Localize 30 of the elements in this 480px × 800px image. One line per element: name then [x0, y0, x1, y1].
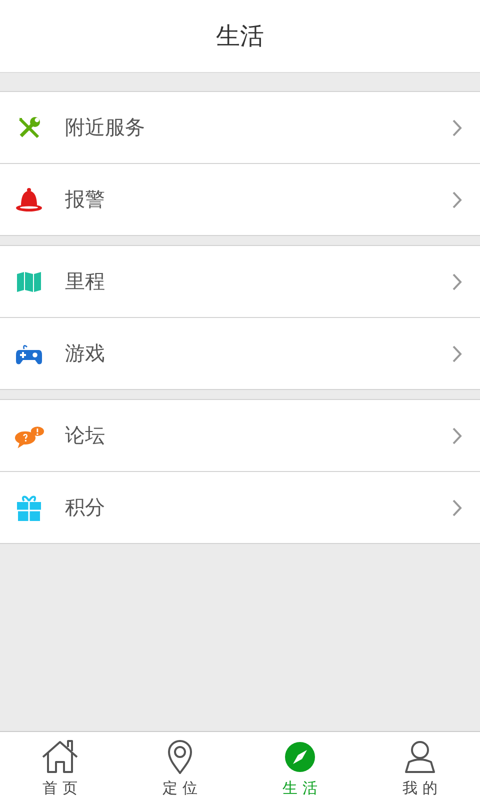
tab[interactable]: 定 位 — [120, 732, 240, 800]
map-icon — [16, 270, 42, 292]
chevron-right-icon — [452, 426, 462, 444]
bell-icon — [15, 186, 43, 212]
page-title: 生活 — [216, 21, 264, 52]
chevron-right-icon — [452, 272, 462, 290]
menu-label: 积分 — [65, 494, 105, 521]
menu-label: 游戏 — [65, 340, 105, 367]
compass-icon — [284, 741, 316, 773]
menu-item[interactable]: 论坛 — [0, 400, 480, 471]
chevron-right-icon — [452, 190, 462, 208]
home-icon — [41, 740, 79, 774]
tab[interactable]: 首 页 — [0, 732, 120, 800]
chevron-right-icon — [452, 118, 462, 136]
menu-label: 附近服务 — [65, 114, 145, 141]
menu-item[interactable]: 积分 — [0, 471, 480, 543]
tab[interactable]: 我 的 — [360, 732, 480, 800]
person-icon — [404, 740, 436, 774]
menu-item[interactable]: 里程 — [0, 246, 480, 317]
menu-item[interactable]: 游戏 — [0, 317, 480, 389]
menu-item[interactable]: 附近服务 — [0, 92, 480, 163]
location-pin-icon — [166, 740, 194, 774]
gift-icon — [16, 494, 42, 522]
menu-label: 报警 — [65, 186, 105, 213]
chevron-right-icon — [452, 344, 462, 362]
tools-icon — [16, 114, 42, 140]
menu-item[interactable]: 报警 — [0, 163, 480, 235]
menu-label: 里程 — [65, 268, 105, 295]
menu-label: 论坛 — [65, 422, 105, 449]
chevron-right-icon — [452, 498, 462, 516]
